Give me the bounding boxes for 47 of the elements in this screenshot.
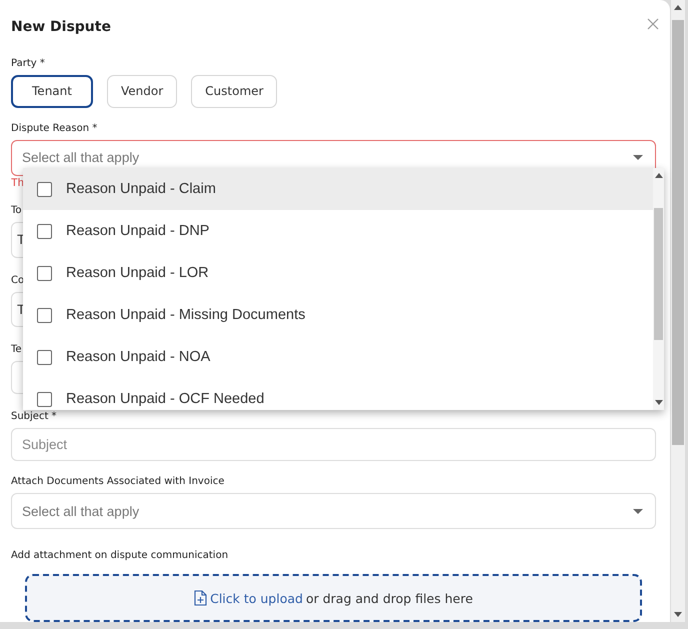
option-label: Reason Unpaid - Missing Documents <box>66 307 306 323</box>
option-label: Reason Unpaid - DNP <box>66 223 210 239</box>
checkbox[interactable] <box>37 308 52 322</box>
scroll-down-icon[interactable] <box>654 400 662 405</box>
caret-icon <box>633 508 643 514</box>
option-label: Reason Unpaid - LOR <box>66 265 209 281</box>
field-label: Add attachment on dispute communication <box>11 549 228 562</box>
party-option[interactable]: Vendor <box>107 74 178 108</box>
upload-link[interactable]: Click to upload <box>210 590 303 606</box>
caret-icon <box>633 155 643 160</box>
scrollbar[interactable] <box>653 168 664 410</box>
close-icon <box>647 18 659 30</box>
checkbox[interactable] <box>37 266 52 280</box>
dropdown-option[interactable]: Reason Unpaid - OCF Needed <box>23 378 653 410</box>
field-label: Party * <box>11 56 45 70</box>
dialog-title: New Dispute <box>11 18 111 35</box>
checkbox[interactable] <box>37 350 52 364</box>
dropdown-option[interactable]: Reason Unpaid - NOA <box>23 336 653 378</box>
field-label: To <box>11 204 22 217</box>
option-label: Reason Unpaid - NOA <box>66 349 210 365</box>
dropdown-option[interactable]: Reason Unpaid - Missing Documents <box>23 294 653 336</box>
dropzone-text: or drag and drop files here <box>306 590 473 606</box>
checkbox[interactable] <box>37 182 52 196</box>
field-label: Attach Documents Associated with Invoice <box>11 475 224 488</box>
checkbox[interactable] <box>37 392 52 406</box>
upload-dropzone[interactable]: Click to upload or drag and drop files here <box>25 574 642 622</box>
file-add-icon <box>194 590 208 606</box>
option-label: Reason Unpaid - Claim <box>66 181 216 197</box>
party-option[interactable]: Customer <box>191 74 278 108</box>
select-field[interactable]: Select all that apply <box>11 493 656 530</box>
scroll-up-icon[interactable] <box>674 5 682 10</box>
scroll-up-icon[interactable] <box>654 173 662 178</box>
field-label: Co <box>11 274 24 287</box>
dropdown-option[interactable]: Reason Unpaid - DNP <box>23 210 653 252</box>
field-label: Te <box>11 343 22 356</box>
checkbox[interactable] <box>37 224 52 238</box>
field-label: Subject * <box>11 410 57 424</box>
party-option[interactable]: Tenant <box>11 74 93 108</box>
scrollbar[interactable] <box>671 0 685 622</box>
scroll-down-icon[interactable] <box>674 612 682 617</box>
field-label: Dispute Reason * <box>11 122 98 135</box>
dropdown-option[interactable]: Reason Unpaid - Claim <box>23 168 653 210</box>
dropdown-option[interactable]: Reason Unpaid - LOR <box>23 252 653 294</box>
option-label: Reason Unpaid - OCF Needed <box>66 391 264 407</box>
close-button[interactable] <box>645 16 661 32</box>
subject-field[interactable]: Subject <box>11 428 656 462</box>
error-message: Th <box>11 176 24 191</box>
